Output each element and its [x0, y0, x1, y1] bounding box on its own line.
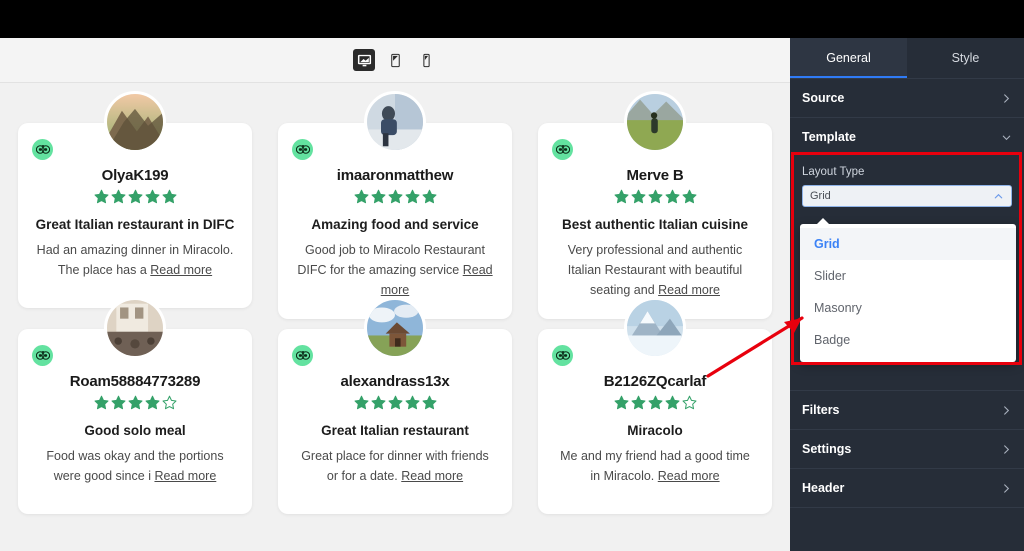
top-black-bar [0, 0, 1024, 38]
section-filters-label: Filters [802, 403, 840, 417]
section-settings[interactable]: Settings [790, 429, 1024, 468]
section-settings-label: Settings [802, 442, 852, 456]
review-text: Good job to Miracolo Restaurant DIFC for… [297, 243, 485, 277]
dropdown-option-label: Grid [814, 237, 840, 251]
read-more-link[interactable]: Read more [150, 263, 212, 277]
avatar [624, 296, 686, 359]
avatar [104, 296, 166, 359]
review-card-wrap: B2126ZQcarlaf Miracolo Me and my friend ha… [538, 296, 772, 514]
chevron-up-icon [993, 191, 1004, 202]
tripadvisor-icon [292, 139, 313, 160]
tripadvisor-icon [552, 344, 573, 366]
tripadvisor-icon [32, 344, 53, 366]
star-rating [34, 395, 236, 410]
star-rating [554, 189, 756, 204]
dropdown-option-masonry[interactable]: Masonry [800, 292, 1016, 324]
star-rating [34, 189, 236, 204]
read-more-link[interactable]: Read more [658, 283, 720, 297]
section-source[interactable]: Source [790, 78, 1024, 117]
chevron-down-icon [1001, 132, 1012, 143]
tripadvisor-icon [552, 139, 573, 160]
review-body: Had an amazing dinner in Miracolo. The p… [34, 241, 236, 281]
avatar [624, 91, 686, 153]
section-filters[interactable]: Filters [790, 390, 1024, 429]
dropdown-option-label: Masonry [814, 301, 862, 315]
reviewer-name: Roam58884773289 [69, 372, 201, 390]
reviewer-name: Merve B [626, 167, 684, 184]
dropdown-option-grid[interactable]: Grid [800, 228, 1016, 260]
review-title: Great Italian restaurant in DIFC [35, 217, 235, 232]
review-body: Good job to Miracolo Restaurant DIFC for… [294, 241, 496, 300]
tab-style[interactable]: Style [907, 38, 1024, 78]
dropdown-option-label: Slider [814, 269, 846, 283]
review-card-wrap: alexandrass13x Great Italian restaurant Gr… [278, 296, 512, 514]
section-header-label: Header [802, 481, 845, 495]
star-rating [554, 395, 756, 410]
tripadvisor-icon [292, 344, 313, 366]
section-source-label: Source [802, 91, 845, 105]
layout-type-value: Grid [810, 190, 831, 202]
review-text: Me and my friend had a good time in Mira… [560, 448, 750, 483]
review-body: Great place for dinner with friends or f… [294, 447, 496, 487]
review-title: Amazing food and service [311, 217, 479, 232]
star-rating [294, 395, 496, 410]
section-header[interactable]: Header [790, 468, 1024, 507]
review-body: Food was okay and the portions were good… [34, 447, 236, 487]
review-title: Miracolo [627, 422, 683, 438]
tablet-view-icon[interactable] [384, 49, 406, 71]
read-more-link[interactable]: Read more [658, 469, 720, 483]
reviewer-name: B2126ZQcarlaf [603, 372, 707, 390]
review-body: Me and my friend had a good time in Mira… [554, 447, 756, 487]
editor-window: OlyaK199 Great Italian restaurant in DIFC… [0, 0, 1024, 551]
tripadvisor-icon [32, 139, 53, 160]
read-more-link[interactable]: Read more [401, 469, 463, 483]
review-card-wrap: imaaronmatthew Amazing food and service Go… [278, 91, 512, 319]
review-title: Good solo meal [84, 422, 186, 438]
chevron-right-icon [1001, 405, 1012, 416]
chevron-right-icon [1001, 93, 1012, 104]
layout-type-field: Layout Type Grid [790, 156, 1024, 207]
reviewer-name: OlyaK199 [101, 167, 169, 184]
panel-spacer [790, 360, 1024, 390]
layout-type-dropdown[interactable]: Grid Slider Masonry Badge [800, 218, 1016, 362]
review-card-wrap: OlyaK199 Great Italian restaurant in DIFC… [18, 91, 252, 319]
review-title: Great Italian restaurant [321, 422, 469, 438]
review-body: Very professional and authentic Italian … [554, 241, 756, 300]
tab-general[interactable]: General [790, 38, 907, 78]
layout-type-select[interactable]: Grid [802, 185, 1012, 207]
review-card-wrap: Merve B Best authentic Italian cuisine Ver… [538, 91, 772, 319]
reviewer-name: alexandrass13x [340, 372, 450, 390]
avatar [364, 296, 426, 359]
avatar [364, 91, 426, 153]
section-template[interactable]: Template [790, 117, 1024, 156]
dropdown-option-label: Badge [814, 333, 851, 347]
dropdown-option-slider[interactable]: Slider [800, 260, 1016, 292]
chevron-right-icon [1001, 444, 1012, 455]
preview-canvas: OlyaK199 Great Italian restaurant in DIFC… [0, 38, 790, 551]
review-title: Best authentic Italian cuisine [561, 217, 749, 232]
layout-type-label: Layout Type [802, 166, 865, 178]
reviews-grid: OlyaK199 Great Italian restaurant in DIFC… [18, 83, 772, 514]
dropdown-option-badge[interactable]: Badge [800, 324, 1016, 356]
tab-general-label: General [826, 51, 871, 65]
chevron-right-icon [1001, 483, 1012, 494]
read-more-link[interactable]: Read more [154, 469, 216, 483]
review-card-wrap: Roam58884773289 Good solo meal Food was ok… [18, 296, 252, 514]
panel-tab-bar: General Style [790, 38, 1024, 78]
device-preview-toolbar [0, 38, 790, 83]
avatar [104, 91, 166, 153]
tab-style-label: Style [951, 51, 980, 65]
star-rating [294, 189, 496, 204]
section-divider-bottom [790, 507, 1024, 546]
reviews-grid-scroll[interactable]: OlyaK199 Great Italian restaurant in DIFC… [0, 83, 790, 551]
section-template-label: Template [802, 130, 856, 144]
desktop-view-icon[interactable] [353, 49, 375, 71]
reviewer-name: imaaronmatthew [336, 167, 454, 184]
mobile-view-icon[interactable] [415, 49, 437, 71]
